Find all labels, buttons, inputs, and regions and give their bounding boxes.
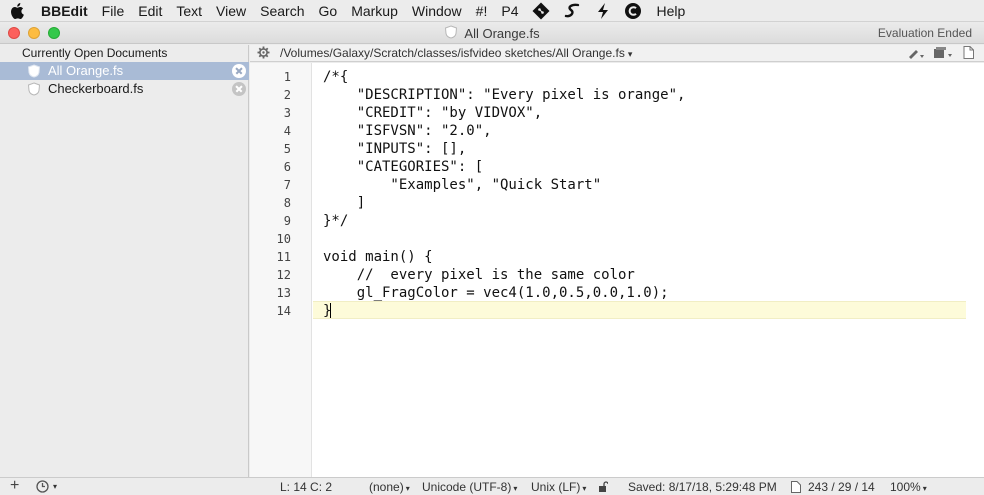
language-value: (none) (369, 480, 404, 494)
line-number: 7 (283, 178, 291, 192)
menu-go[interactable]: Go (312, 0, 345, 22)
code-line[interactable]: "CREDIT": "by VIDVOX", (323, 104, 542, 122)
encoding-popup[interactable]: Unicode (UTF-8) ▾ (422, 480, 517, 495)
line-number: 12 (276, 268, 291, 282)
file-path-popup[interactable]: /Volumes/Galaxy/Scratch/classes/isfvideo… (280, 45, 632, 62)
line-number: 3 (283, 106, 291, 120)
line-number: 9 (283, 214, 291, 228)
window-title: All Orange.fs (464, 25, 540, 41)
new-document-icon[interactable] (963, 46, 974, 62)
close-document-icon[interactable] (232, 64, 246, 78)
code-line[interactable]: // every pixel is the same color (323, 266, 635, 284)
plus-icon[interactable]: + (10, 478, 19, 494)
code-line[interactable]: }*/ (323, 212, 348, 230)
status-bar: + ▾ L: 14 C: 2 (none) ▾ Unicode (UTF-8) ▾ … (0, 477, 984, 495)
code-line[interactable]: void main() { (323, 248, 433, 266)
code-line[interactable]: "ISFVSN": "2.0", (323, 122, 492, 140)
line-number: 5 (283, 142, 291, 156)
clock-icon[interactable]: ▾ (36, 480, 57, 493)
menu-edit[interactable]: Edit (131, 0, 169, 22)
chevron-down-icon: ▾ (627, 49, 633, 59)
code-line[interactable]: "CATEGORIES": [ (323, 158, 483, 176)
menu-p4[interactable]: P4 (494, 0, 525, 22)
clippings-menu-icon[interactable] (617, 0, 649, 22)
document-shield-icon (27, 64, 41, 81)
unlocked-icon[interactable] (598, 481, 609, 495)
documents-sidebar: Currently Open Documents All Orange.fs C… (0, 45, 249, 477)
code-line[interactable]: gl_FragColor = vec4(1.0,0.5,0.0,1.0); (323, 284, 669, 302)
line-number: 6 (283, 160, 291, 174)
code-line[interactable]: ] (323, 194, 365, 212)
line-number: 13 (276, 286, 291, 300)
menu-text[interactable]: Text (169, 0, 209, 22)
line-number: 1 (283, 70, 291, 84)
code-line[interactable]: "INPUTS": [], (323, 140, 467, 158)
chevron-down-icon: ▾ (513, 484, 518, 493)
encoding-value: Unicode (UTF-8) (422, 480, 512, 494)
line-number: 11 (276, 250, 291, 264)
line-number: 4 (283, 124, 291, 138)
gear-icon[interactable] (257, 46, 270, 62)
document-item-all-orange[interactable]: All Orange.fs (0, 62, 249, 80)
text-cursor (330, 303, 331, 318)
line-number: 2 (283, 88, 291, 102)
menu-help[interactable]: Help (649, 0, 692, 22)
code-line[interactable]: "DESCRIPTION": "Every pixel is orange", (323, 86, 686, 104)
document-name: All Orange.fs (48, 63, 124, 78)
document-counts[interactable]: 243 / 29 / 14 (808, 480, 875, 494)
line-number: 8 (283, 196, 291, 210)
subversion-menu-icon[interactable] (557, 0, 589, 22)
saved-timestamp: Saved: 8/17/18, 5:29:48 PM (628, 480, 777, 494)
path-bar: /Volumes/Galaxy/Scratch/classes/isfvideo… (250, 45, 984, 62)
line-number-gutter: 1 2 3 4 5 6 7 8 9 10 11 12 13 14 (250, 63, 312, 477)
document-options-icon[interactable] (933, 46, 955, 62)
chevron-down-icon: ▾ (405, 484, 410, 493)
apple-menu-icon[interactable] (0, 2, 34, 19)
line-number: 14 (276, 304, 291, 318)
zoom-value: 100% (890, 480, 921, 494)
menu-bar: BBEdit File Edit Text View Search Go Mar… (0, 0, 984, 22)
license-status[interactable]: Evaluation Ended (878, 26, 972, 40)
chevron-down-icon: ▾ (582, 484, 587, 493)
line-endings-popup[interactable]: Unix (LF) ▾ (531, 480, 586, 495)
document-icon (791, 481, 801, 495)
zoom-popup[interactable]: 100% ▾ (890, 480, 927, 495)
language-popup[interactable]: (none) ▾ (369, 480, 410, 495)
document-item-checkerboard[interactable]: Checkerboard.fs (0, 80, 249, 98)
menu-view[interactable]: View (209, 0, 253, 22)
line-number: 10 (276, 232, 291, 246)
text-editor[interactable]: 1 2 3 4 5 6 7 8 9 10 11 12 13 14 /*{ "DESCRIPTION": "… (250, 63, 984, 477)
window-title-bar[interactable]: All Orange.fs Evaluation Ended (0, 22, 984, 44)
menu-markup[interactable]: Markup (344, 0, 405, 22)
menu-window[interactable]: Window (405, 0, 469, 22)
menu-file[interactable]: File (95, 0, 132, 22)
code-line[interactable]: "Examples", "Quick Start" (323, 176, 601, 194)
file-path: /Volumes/Galaxy/Scratch/classes/isfvideo… (280, 46, 625, 60)
cursor-position[interactable]: L: 14 C: 2 (280, 480, 332, 494)
sidebar-header: Currently Open Documents (22, 46, 168, 60)
git-menu-icon[interactable] (525, 0, 557, 22)
code-line[interactable]: /*{ (323, 68, 348, 86)
document-proxy-icon[interactable] (444, 24, 458, 42)
line-endings-value: Unix (LF) (531, 480, 581, 494)
scripts-menu-icon[interactable] (589, 0, 617, 22)
close-document-icon[interactable] (232, 82, 246, 96)
menu-shebang[interactable]: #! (469, 0, 495, 22)
menu-search[interactable]: Search (253, 0, 311, 22)
current-line-highlight (313, 301, 966, 319)
menu-app-bbedit[interactable]: BBEdit (34, 0, 95, 22)
document-name: Checkerboard.fs (48, 81, 144, 96)
chevron-down-icon: ▾ (922, 484, 927, 493)
markup-tools-icon[interactable] (907, 47, 925, 62)
document-shield-icon (27, 82, 41, 99)
